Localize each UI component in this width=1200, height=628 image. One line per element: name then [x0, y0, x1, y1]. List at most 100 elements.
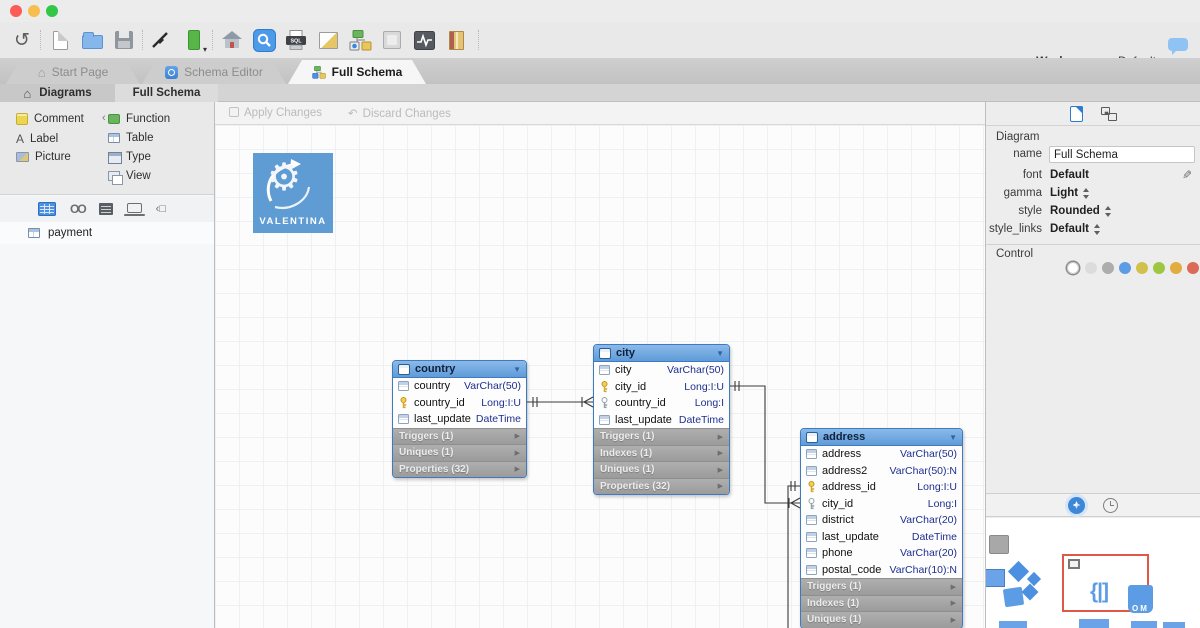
- field-row[interactable]: last_updateDateTime: [393, 411, 526, 428]
- property-value[interactable]: Default: [1050, 220, 1101, 238]
- edit-font-icon[interactable]: ✎: [1182, 166, 1192, 184]
- minimize-window-button[interactable]: [28, 5, 40, 17]
- filter-icon[interactable]: ▼: [513, 365, 521, 374]
- table-node-city[interactable]: city ▼ cityVarChar(50) city_idLong:I:U c…: [593, 344, 730, 495]
- color-dot-orange[interactable]: [1170, 262, 1182, 274]
- field-row[interactable]: address2VarChar(50):N: [801, 463, 962, 480]
- field-row[interactable]: city_idLong:I:U: [594, 379, 729, 396]
- close-window-button[interactable]: [10, 5, 22, 17]
- clock-icon[interactable]: [1103, 498, 1118, 513]
- frame-button[interactable]: [378, 26, 406, 54]
- zoom-window-button[interactable]: [46, 5, 58, 17]
- pen-tool-button[interactable]: [146, 26, 174, 54]
- diagram-canvas[interactable]: ⚙ VALENTINA: [215, 125, 985, 628]
- field-row[interactable]: country_idLong:I:U: [393, 395, 526, 412]
- color-dot-gray[interactable]: [1102, 262, 1114, 274]
- field-row[interactable]: city_idLong:I: [801, 496, 962, 513]
- display-filter-icon[interactable]: [127, 203, 142, 213]
- field-row[interactable]: postal_codeVarChar(10):N: [801, 562, 962, 579]
- diagram-name-input[interactable]: [1049, 146, 1195, 163]
- property-value[interactable]: Light: [1050, 184, 1090, 202]
- tables-filter-icon[interactable]: [38, 202, 56, 216]
- new-file-button[interactable]: [46, 26, 74, 54]
- section-uniques[interactable]: Uniques (1)▶: [801, 611, 962, 628]
- stepper-icon[interactable]: [1083, 188, 1090, 199]
- diagram-sheet-button[interactable]: [314, 26, 342, 54]
- stepper-icon[interactable]: [1105, 206, 1112, 217]
- color-dot-blue[interactable]: [1119, 262, 1131, 274]
- open-button[interactable]: [78, 26, 106, 54]
- field-row[interactable]: countryVarChar(50): [393, 378, 526, 395]
- diagram-minimap[interactable]: {|] OM: [986, 518, 1200, 628]
- table-node-address[interactable]: address ▼ addressVarChar(50) address2Var…: [800, 428, 963, 628]
- section-triggers[interactable]: Triggers (1)▶: [801, 578, 962, 595]
- schema-object-payment[interactable]: payment: [0, 222, 214, 244]
- table-node-country[interactable]: country ▼ countryVarChar(50) country_idL…: [392, 360, 527, 478]
- section-properties[interactable]: Properties (32)▶: [393, 461, 526, 478]
- field-row[interactable]: last_updateDateTime: [801, 529, 962, 546]
- section-properties[interactable]: Properties (32)▶: [594, 478, 729, 495]
- discard-changes-button[interactable]: ↶Discard Changes: [348, 106, 451, 120]
- palette-item-type[interactable]: Type: [108, 151, 151, 163]
- table-header[interactable]: address ▼: [801, 429, 962, 446]
- report-button[interactable]: [442, 26, 470, 54]
- navigator-tab-full-schema[interactable]: Full Schema: [115, 84, 218, 102]
- table-header[interactable]: city ▼: [594, 345, 729, 362]
- field-row[interactable]: address_idLong:I:U: [801, 479, 962, 496]
- tab-schema-editor[interactable]: Schema Editor: [142, 60, 286, 84]
- palette-item-function[interactable]: Function: [108, 113, 170, 125]
- field-row[interactable]: districtVarChar(20): [801, 512, 962, 529]
- table-stack-filter-icon[interactable]: [99, 203, 113, 215]
- feedback-button[interactable]: [1164, 30, 1192, 58]
- home-button[interactable]: [218, 26, 246, 54]
- field-row[interactable]: cityVarChar(50): [594, 362, 729, 379]
- schema-tab-icon[interactable]: [1101, 107, 1117, 121]
- palette-item-picture[interactable]: Picture: [16, 151, 71, 163]
- color-swatch-button[interactable]: [180, 26, 208, 54]
- section-uniques[interactable]: Uniques (1)▶: [594, 461, 729, 478]
- field-row[interactable]: addressVarChar(50): [801, 446, 962, 463]
- navigator-tab-diagrams[interactable]: ⌂ Diagrams: [0, 84, 115, 102]
- tab-start-page[interactable]: ⌂ Start Page: [6, 60, 140, 84]
- palette-item-comment[interactable]: Comment: [16, 113, 84, 125]
- undo-button[interactable]: ↺: [8, 26, 36, 54]
- field-icon: [398, 381, 409, 391]
- palette-item-table[interactable]: Table: [108, 132, 154, 144]
- field-row[interactable]: country_idLong:I: [594, 395, 729, 412]
- filter-icon[interactable]: ▼: [949, 433, 957, 442]
- color-dot-yellow[interactable]: [1136, 262, 1148, 274]
- find-button[interactable]: [250, 26, 278, 54]
- color-dot-red[interactable]: [1187, 262, 1199, 274]
- section-indexes[interactable]: Indexes (1)▶: [801, 595, 962, 612]
- tab-full-schema[interactable]: Full Schema: [288, 60, 426, 84]
- sql-print-button[interactable]: SQL: [282, 26, 310, 54]
- field-row[interactable]: last_updateDateTime: [594, 412, 729, 429]
- color-dot-white[interactable]: [1067, 262, 1079, 274]
- palette-item-view[interactable]: View: [108, 170, 151, 182]
- property-value[interactable]: Rounded: [1050, 202, 1112, 220]
- table-header[interactable]: country ▼: [393, 361, 526, 378]
- stepper-icon[interactable]: [1094, 224, 1101, 235]
- property-value[interactable]: Default: [1050, 166, 1089, 184]
- activity-monitor-button[interactable]: [410, 26, 438, 54]
- diagram-canvas-pane: Apply Changes ↶Discard Changes ⚙ VALENTI…: [215, 102, 985, 628]
- color-dot-green[interactable]: [1153, 262, 1165, 274]
- save-button[interactable]: [110, 26, 138, 54]
- filter-icon[interactable]: ▼: [716, 349, 724, 358]
- section-triggers[interactable]: Triggers (1)▶: [594, 428, 729, 445]
- field-row[interactable]: phoneVarChar(20): [801, 545, 962, 562]
- section-triggers[interactable]: Triggers (1)▶: [393, 428, 526, 445]
- apply-changes-button[interactable]: Apply Changes: [229, 107, 322, 119]
- properties-tab-icon[interactable]: [1070, 106, 1083, 122]
- compass-icon[interactable]: [1068, 497, 1085, 514]
- view-sql-filter-icon[interactable]: ‹□: [156, 203, 166, 215]
- section-uniques[interactable]: Uniques (1)▶: [393, 444, 526, 461]
- minimap-viewport-marker: [1068, 559, 1080, 569]
- palette-item-label[interactable]: ALabel: [16, 132, 58, 146]
- valentina-logo[interactable]: ⚙ VALENTINA: [253, 153, 333, 233]
- color-dot-lightgray[interactable]: [1085, 262, 1097, 274]
- links-filter-icon[interactable]: OO: [70, 202, 85, 216]
- table-icon: [108, 133, 120, 143]
- section-indexes[interactable]: Indexes (1)▶: [594, 445, 729, 462]
- schema-diagram-button[interactable]: [346, 26, 374, 54]
